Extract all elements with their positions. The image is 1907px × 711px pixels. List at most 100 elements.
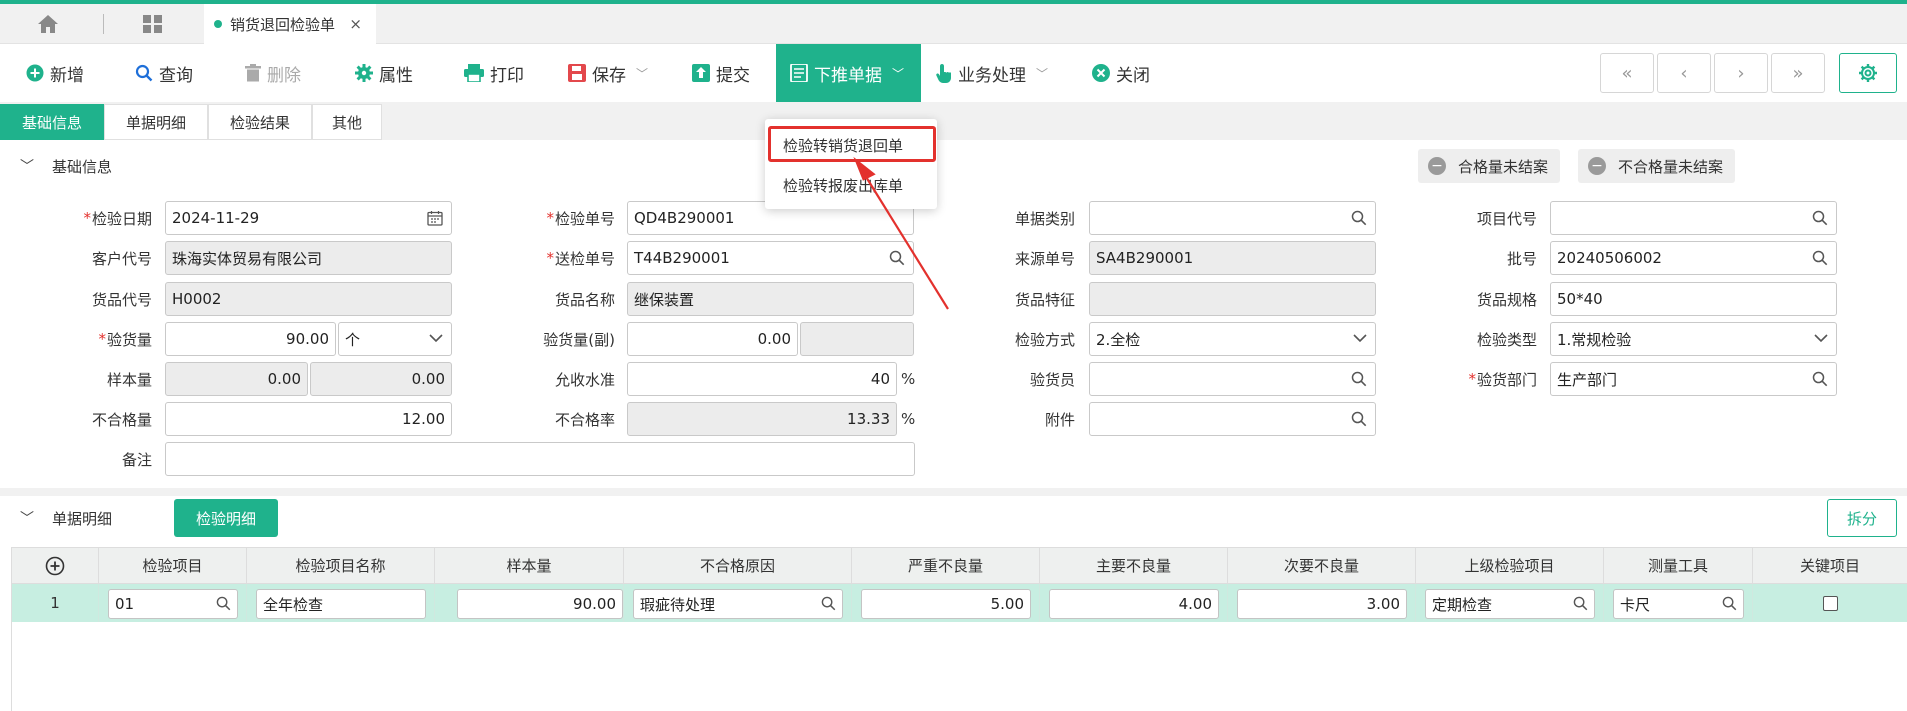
inspect-qty-sub-field[interactable]: 0.00 xyxy=(627,322,798,356)
section-divider xyxy=(0,488,1907,496)
send-no-field[interactable]: T44B290001 xyxy=(627,241,914,275)
close-button[interactable]: 关闭 xyxy=(1092,44,1150,102)
aql-field[interactable]: 40 xyxy=(627,362,897,396)
project-code-field[interactable] xyxy=(1550,201,1837,235)
inspect-method-select[interactable]: 2.全检 xyxy=(1089,322,1376,356)
unqualified-rate-field[interactable]: 13.33 xyxy=(627,402,897,436)
row-severe-input[interactable]: 5.00 xyxy=(861,589,1031,619)
item-spec-field[interactable]: 50*40 xyxy=(1550,282,1837,316)
project-code-label: 项目代号 xyxy=(1476,209,1537,228)
floppy-disk-icon xyxy=(568,64,586,82)
row-item-name-input[interactable]: 全年检查 xyxy=(256,589,426,619)
tab-inspection-results[interactable]: 检验结果 xyxy=(208,104,312,140)
attachment-field[interactable] xyxy=(1089,402,1376,436)
save-dropdown-chevron-icon[interactable]: ﹀ xyxy=(636,65,648,82)
menu-item-to-scrap-outbound[interactable]: 检验转报废出库单 xyxy=(765,168,937,202)
print-button[interactable]: 打印 xyxy=(464,44,524,102)
detail-section-header[interactable]: ﹀ 单据明细 xyxy=(0,496,1907,540)
item-feature-field[interactable] xyxy=(1089,282,1376,316)
unit-select[interactable]: 个 xyxy=(338,322,452,356)
section-title: 基础信息 xyxy=(52,157,113,176)
calendar-icon[interactable] xyxy=(427,210,443,226)
row-reason-input[interactable]: 瑕疵待处理 xyxy=(633,589,843,619)
column-header: 检验项目 xyxy=(99,548,247,584)
item-code-field[interactable]: H0002 xyxy=(165,282,452,316)
tab-other[interactable]: 其他 xyxy=(312,104,382,140)
dept-field[interactable]: 生产部门 xyxy=(1550,362,1837,396)
business-process-button[interactable]: 业务处理 ﹀ xyxy=(936,44,1048,102)
tab-inspection-details[interactable]: 检验明细 xyxy=(174,499,278,537)
item-name-label: 货品名称 xyxy=(554,290,615,309)
search-icon[interactable] xyxy=(889,250,905,266)
new-button[interactable]: 新增 xyxy=(26,44,84,102)
detail-grid: 检验项目 检验项目名称 样本量 不合格原因 严重不良量 主要不良量 次要不良量 … xyxy=(11,547,1907,711)
row-item-input[interactable]: 01 xyxy=(108,589,238,619)
plus-circle-icon xyxy=(26,64,44,82)
source-no-field[interactable]: SA4B290001 xyxy=(1089,241,1376,275)
inspector-field[interactable] xyxy=(1089,362,1376,396)
previous-record-button[interactable]: ‹ xyxy=(1657,53,1711,93)
badge-label: 不合格量未结案 xyxy=(1618,157,1724,176)
home-icon[interactable] xyxy=(36,13,60,35)
query-button[interactable]: 查询 xyxy=(135,44,193,102)
search-icon[interactable] xyxy=(1351,411,1367,427)
push-document-button[interactable]: 下推单据 ﹀ xyxy=(776,44,921,102)
unqualified-unclosed-badge[interactable]: − 不合格量未结案 xyxy=(1578,149,1736,183)
search-icon[interactable] xyxy=(1812,250,1828,266)
search-icon[interactable] xyxy=(1722,596,1737,611)
collapse-chevron-icon[interactable]: ﹀ xyxy=(20,156,34,176)
print-label: 打印 xyxy=(490,65,524,86)
tab-sales-return-inspection[interactable]: 销货退回检验单 × xyxy=(204,4,376,44)
add-row-icon[interactable] xyxy=(45,556,65,576)
document-list-icon xyxy=(790,64,808,82)
batch-no-field[interactable]: 20240506002 xyxy=(1550,241,1837,275)
row-tool-input[interactable]: 卡尺 xyxy=(1613,589,1744,619)
next-record-button[interactable]: › xyxy=(1714,53,1768,93)
last-record-button[interactable]: » xyxy=(1771,53,1825,93)
row-minor-input[interactable]: 3.00 xyxy=(1237,589,1407,619)
search-icon[interactable] xyxy=(1351,371,1367,387)
delete-button[interactable]: 删除 xyxy=(245,44,301,102)
sample-qty-field[interactable]: 0.00 xyxy=(165,362,308,396)
inspect-type-select[interactable]: 1.常规检验 xyxy=(1550,322,1837,356)
sample-qty-sub-field[interactable]: 0.00 xyxy=(310,362,452,396)
inspect-date-field[interactable]: 2024-11-29 xyxy=(165,201,452,235)
tab-close-icon[interactable]: × xyxy=(349,15,362,33)
search-icon[interactable] xyxy=(1351,210,1367,226)
save-button[interactable]: 保存 ﹀ xyxy=(568,44,648,102)
search-icon[interactable] xyxy=(1812,371,1828,387)
tab-basic-info[interactable]: 基础信息 xyxy=(0,104,104,140)
row-sample-input[interactable]: 90.00 xyxy=(457,589,623,619)
doc-type-field[interactable] xyxy=(1089,201,1376,235)
search-icon[interactable] xyxy=(1573,596,1588,611)
key-item-checkbox[interactable] xyxy=(1822,595,1838,611)
send-no-label: * 送检单号 xyxy=(546,249,615,268)
settings-button[interactable] xyxy=(1839,53,1897,93)
search-icon[interactable] xyxy=(216,596,231,611)
properties-button[interactable]: 属性 xyxy=(355,44,413,102)
item-name-field[interactable]: 继保装置 xyxy=(627,282,914,316)
row-major-input[interactable]: 4.00 xyxy=(1049,589,1219,619)
settings-gear-icon xyxy=(1859,64,1877,82)
inspect-qty-sub-unit-field[interactable] xyxy=(800,322,914,356)
inspect-qty-label: * 验货量 xyxy=(98,330,152,349)
split-button[interactable]: 拆分 xyxy=(1827,499,1897,537)
unqualified-qty-field[interactable]: 12.00 xyxy=(165,402,452,436)
row-parent-input[interactable]: 定期检查 xyxy=(1425,589,1595,619)
add-row-header[interactable] xyxy=(12,548,99,584)
hand-pointer-icon xyxy=(936,64,951,83)
submit-button[interactable]: 提交 xyxy=(692,44,750,102)
collapse-chevron-icon[interactable]: ﹀ xyxy=(20,508,34,528)
tab-document-details[interactable]: 单据明细 xyxy=(104,104,208,140)
customer-code-field[interactable]: 珠海实体贸易有限公司 xyxy=(165,241,452,275)
remark-field[interactable] xyxy=(165,442,915,476)
inspector-label: 验货员 xyxy=(1029,370,1075,389)
qualified-unclosed-badge[interactable]: − 合格量未结案 xyxy=(1418,149,1561,183)
attachment-label: 附件 xyxy=(1044,410,1075,429)
inspect-qty-field[interactable]: 90.00 xyxy=(165,322,336,356)
grid-menu-icon[interactable] xyxy=(142,14,164,34)
first-record-button[interactable]: « xyxy=(1600,53,1654,93)
inspect-no-label: * 检验单号 xyxy=(546,209,615,228)
search-icon[interactable] xyxy=(821,596,836,611)
search-icon[interactable] xyxy=(1812,210,1828,226)
